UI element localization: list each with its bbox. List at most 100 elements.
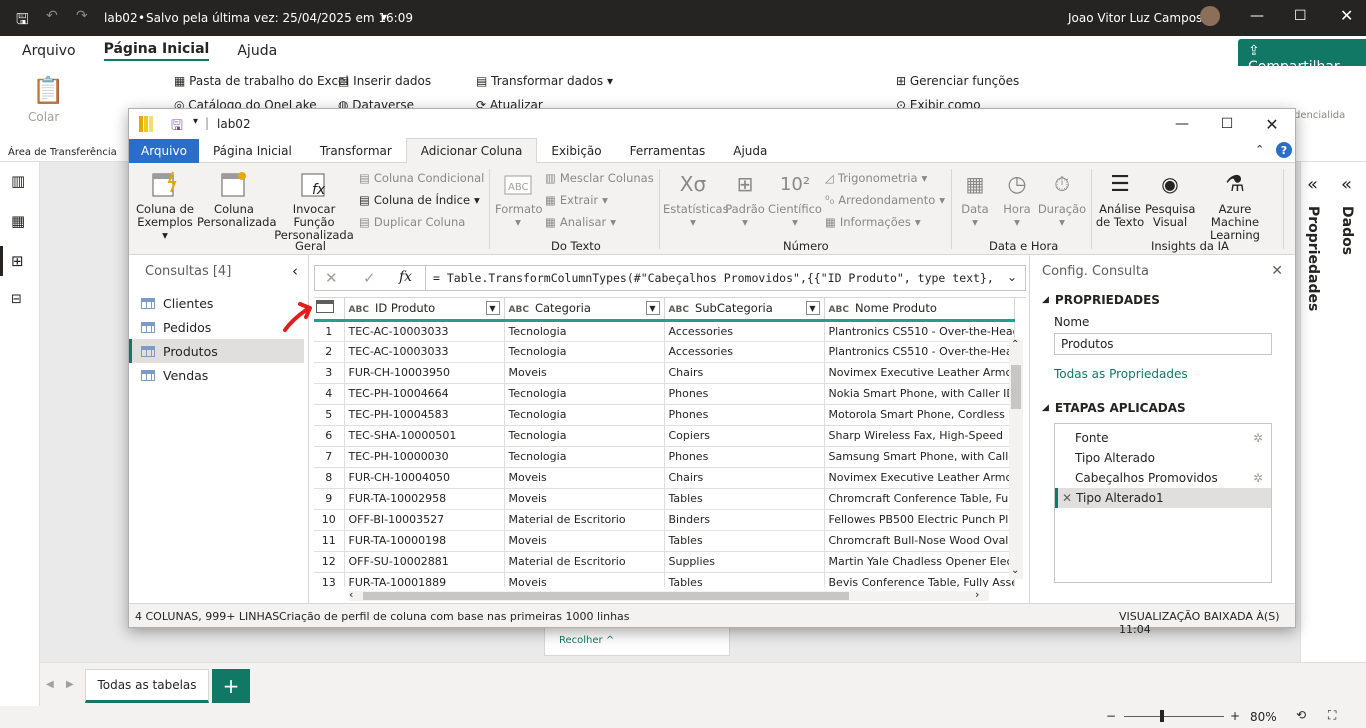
prev-page-icon[interactable]: ◀ — [46, 679, 54, 690]
step-changed-type[interactable]: Tipo Alterado — [1055, 448, 1271, 468]
insert-data-button[interactable]: ▤ Inserir dados — [338, 74, 431, 88]
tab-all-tables[interactable]: Todas as tabelas — [85, 669, 209, 703]
invoke-function-button[interactable]: fx Invocar Função Personalizada — [273, 169, 355, 242]
redo-icon[interactable]: ↷ — [76, 8, 88, 24]
filter-dropdown-icon[interactable]: ▼ — [645, 301, 660, 316]
rounding-button[interactable]: ⁰₀ Arredondamento ▾ — [825, 193, 945, 207]
information-button[interactable]: ▦ Informações ▾ — [825, 215, 921, 229]
pq-tab-tools[interactable]: Ferramentas — [616, 139, 720, 163]
table-row[interactable]: 7 TEC-PH-10000030 Tecnologia Phones Samsung … — [314, 446, 1015, 468]
format-button[interactable]: ABC Formato ▾ — [495, 169, 543, 229]
profiling-status[interactable]: Criação de perfil de coluna com base nas… — [279, 610, 630, 623]
model-view-icon[interactable]: ⊞ — [11, 252, 24, 270]
standard-button[interactable]: ⊞ Padrão ▾ — [723, 169, 767, 229]
pq-tab-view[interactable]: Exibição — [537, 139, 615, 163]
duplicate-column-button[interactable]: ▤ Duplicar Coluna — [359, 215, 465, 229]
extract-button[interactable]: ▦ Extrair ▾ — [545, 193, 608, 207]
collapse-ribbon-icon[interactable]: ⌃ — [1255, 143, 1264, 156]
step-promoted-headers[interactable]: Cabeçalhos Promovidos ✲ — [1055, 468, 1271, 488]
pq-close-icon[interactable]: ✕ — [1249, 109, 1295, 139]
date-button[interactable]: ▦ Data ▾ — [955, 169, 995, 229]
manage-functions-button[interactable]: ⊞ Gerenciar funções — [896, 74, 1019, 88]
table-row[interactable]: 8 FUR-CH-10004050 Moveis Chairs Novimex Exec… — [314, 467, 1015, 489]
expand-data-icon[interactable]: « — [1341, 174, 1352, 195]
query-name-input[interactable]: Produtos — [1054, 333, 1272, 355]
parse-button[interactable]: ▦ Analisar ▾ — [545, 215, 616, 229]
vertical-scroll-thumb[interactable] — [1011, 365, 1021, 409]
table-view-icon[interactable]: ▦ — [11, 212, 25, 230]
custom-column-button[interactable]: Coluna Personalizada — [197, 169, 277, 229]
azure-ml-button[interactable]: ⚗ Azure Machine Learning — [1195, 169, 1275, 242]
scroll-down-icon[interactable]: ⌄ — [1011, 565, 1019, 576]
column-header-categoria[interactable]: ABC Categoria ▼ — [504, 298, 665, 322]
chevron-down-icon[interactable]: ▾ — [381, 10, 387, 24]
zoom-out-icon[interactable]: − — [1106, 709, 1116, 723]
add-page-button[interactable]: + — [212, 669, 250, 703]
step-changed-type1[interactable]: ✕ Tipo Alterado1 — [1055, 488, 1271, 508]
pq-tab-home[interactable]: Página Inicial — [199, 139, 306, 163]
zoom-slider[interactable] — [1124, 716, 1224, 717]
collapse-link[interactable]: Recolher ^ — [559, 635, 614, 646]
index-column-button[interactable]: ▤ Coluna de Índice ▾ — [359, 193, 480, 207]
pq-tab-add-column[interactable]: Adicionar Coluna — [405, 138, 538, 163]
cancel-formula-icon[interactable]: ✕ — [325, 269, 338, 287]
table-row[interactable]: 6 TEC-SHA-10000501 Tecnologia Copiers Sharp … — [314, 425, 1015, 447]
table-row[interactable]: 1 TEC-AC-10003033 Tecnologia Accessories Pla… — [314, 320, 1015, 342]
pbi-tab-help[interactable]: Ajuda — [237, 43, 277, 59]
pbi-tab-file[interactable]: Arquivo — [22, 43, 76, 59]
merge-columns-button[interactable]: ▥ Mesclar Colunas — [545, 171, 654, 185]
pbi-tab-home[interactable]: Página Inicial — [103, 41, 210, 61]
step-source[interactable]: Fonte ✲ — [1055, 428, 1271, 448]
text-analysis-button[interactable]: ☰ Análise de Texto — [1095, 169, 1145, 229]
table-row[interactable]: 4 TEC-PH-10004664 Tecnologia Phones Nokia Sm… — [314, 383, 1015, 405]
data-pane-label[interactable]: Dados — [1339, 206, 1355, 255]
dax-query-icon[interactable]: ⊟ — [11, 292, 22, 307]
properties-pane-label[interactable]: Propriedades — [1305, 206, 1321, 311]
table-row[interactable]: 13 FUR-TA-10001889 Moveis Tables Bevis Confe… — [314, 572, 1015, 587]
pq-tab-help[interactable]: Ajuda — [719, 139, 781, 163]
quick-access-chevron-icon[interactable]: ▾ — [193, 116, 198, 127]
scroll-left-icon[interactable]: ‹ — [349, 588, 353, 601]
scientific-button[interactable]: 10² Científico ▾ — [767, 169, 823, 229]
save-icon[interactable]: 🖫 — [171, 115, 183, 139]
zoom-slider-thumb[interactable] — [1160, 710, 1164, 722]
filter-dropdown-icon[interactable]: ▼ — [805, 301, 820, 316]
duration-button[interactable]: ⏱ Duração ▾ — [1037, 169, 1087, 229]
column-from-examples-button[interactable]: Coluna de Exemplos ▾ — [135, 169, 195, 242]
collapse-queries-icon[interactable]: ‹ — [292, 262, 298, 280]
paste-button[interactable]: Colar — [28, 110, 59, 124]
close-settings-icon[interactable]: ✕ — [1271, 263, 1283, 279]
query-item-vendas[interactable]: Vendas — [129, 363, 308, 387]
gear-icon[interactable]: ✲ — [1253, 471, 1263, 485]
fx-icon[interactable]: fx — [399, 269, 412, 285]
scroll-right-icon[interactable]: › — [975, 588, 979, 601]
table-row[interactable]: 3 FUR-CH-10003950 Moveis Chairs Novimex Exec… — [314, 362, 1015, 384]
formula-input[interactable]: = Table.TransformColumnTypes(#"Cabeçalho… — [433, 271, 994, 285]
scroll-up-icon[interactable]: ⌃ — [1011, 339, 1019, 350]
pq-maximize-icon[interactable]: ☐ — [1204, 109, 1250, 139]
delete-step-icon[interactable]: ✕ — [1062, 491, 1072, 505]
column-header-id-produto[interactable]: ABC ID Produto ▼ — [344, 298, 505, 322]
gear-icon[interactable]: ✲ — [1253, 431, 1263, 445]
expand-properties-icon[interactable]: « — [1307, 174, 1318, 195]
report-view-icon[interactable]: ▥ — [11, 172, 25, 190]
filter-dropdown-icon[interactable]: ▼ — [485, 301, 500, 316]
pq-tab-file[interactable]: Arquivo — [129, 138, 199, 163]
column-header-subcategoria[interactable]: ABC SubCategoria ▼ — [664, 298, 825, 322]
undo-icon[interactable]: ↶ — [46, 8, 58, 24]
table-row[interactable]: 11 FUR-TA-10000198 Moveis Tables Chromcraft … — [314, 530, 1015, 552]
table-row[interactable]: 10 OFF-BI-10003527 Material de Escritorio B… — [314, 509, 1015, 531]
next-page-icon[interactable]: ▶ — [66, 679, 74, 690]
confirm-formula-icon[interactable]: ✓ — [363, 269, 376, 287]
trigonometry-button[interactable]: ◿ Trigonometria ▾ — [825, 171, 927, 185]
table-row[interactable]: 12 OFF-SU-10002881 Material de Escritorio S… — [314, 551, 1015, 573]
table-row[interactable]: 5 TEC-PH-10004583 Tecnologia Phones Motorola… — [314, 404, 1015, 426]
horizontal-scrollbar[interactable]: ‹ › — [349, 588, 989, 601]
help-icon[interactable]: ? — [1276, 142, 1292, 158]
save-icon[interactable]: 🖫 — [16, 9, 29, 34]
column-header-nome-produto[interactable]: ABC Nome Produto — [824, 298, 1015, 322]
maximize-icon[interactable]: ☐ — [1294, 8, 1307, 24]
pq-tab-transform[interactable]: Transformar — [306, 139, 406, 163]
all-properties-link[interactable]: Todas as Propriedades — [1030, 355, 1295, 381]
table-row[interactable]: 9 FUR-TA-10002958 Moveis Tables Chromcraft C… — [314, 488, 1015, 510]
